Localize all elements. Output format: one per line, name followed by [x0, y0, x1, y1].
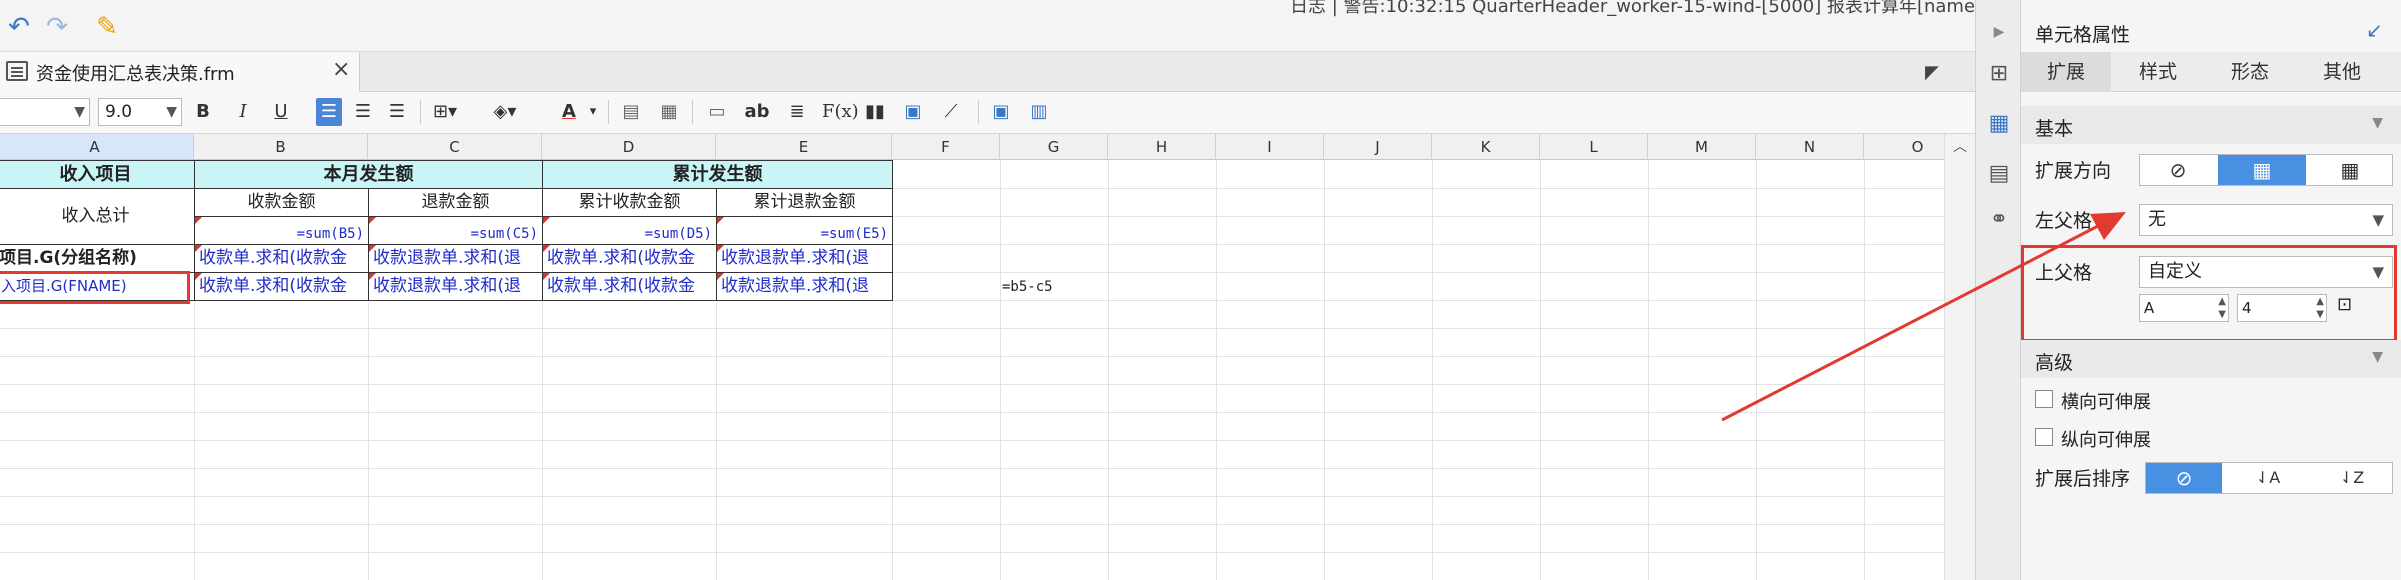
annotation-arrow	[1721, 212, 2126, 422]
